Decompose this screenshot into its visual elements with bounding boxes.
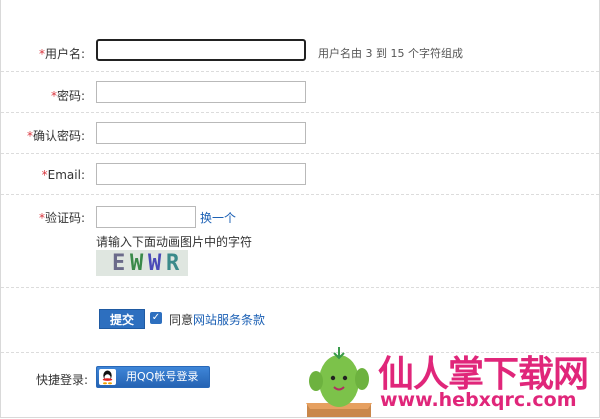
email-row: *Email: <box>1 154 599 195</box>
password-label: *密码: <box>50 89 85 103</box>
confirm-password-input[interactable] <box>96 122 306 144</box>
quick-login-label: 快捷登录: <box>36 373 89 387</box>
captcha-char: R <box>166 251 180 276</box>
captcha-instruction: 请输入下面动画图片中的字符 <box>96 235 253 249</box>
captcha-refresh-link[interactable]: 换一个 <box>200 209 236 226</box>
confirm-password-label: *确认密码: <box>26 129 85 143</box>
password-input[interactable] <box>96 81 306 103</box>
password-row: *密码: <box>1 72 599 113</box>
agree-terms: 同意网站服务条款 <box>169 311 265 328</box>
cactus-mascot-icon <box>306 347 372 417</box>
site-watermark: 仙人掌下载网 www.hebxqrc.com <box>304 345 594 417</box>
username-row: *用户名: 用户名由 3 到 15 个字符组成 <box>1 0 599 72</box>
captcha-row: *验证码: 换一个 请输入下面动画图片中的字符 <box>1 195 599 288</box>
captcha-label: *验证码: <box>38 211 85 225</box>
username-hint: 用户名由 3 到 15 个字符组成 <box>318 47 463 60</box>
username-input[interactable] <box>96 39 306 61</box>
submit-button[interactable]: 提交 <box>99 309 145 329</box>
confirm-password-row: *确认密码: <box>1 113 599 154</box>
captcha-image[interactable]: E W W R <box>96 250 188 276</box>
qq-login-button[interactable]: 用QQ帐号登录 <box>96 366 210 388</box>
captcha-char: W <box>130 251 144 276</box>
email-label: *Email: <box>41 168 85 182</box>
terms-link[interactable]: 网站服务条款 <box>193 313 265 327</box>
captcha-char: W <box>148 251 162 276</box>
username-label: *用户名: <box>38 47 85 61</box>
captcha-char: E <box>112 251 126 276</box>
captcha-input[interactable] <box>96 206 196 228</box>
submit-row <box>1 288 599 353</box>
agree-prefix: 同意 <box>169 313 194 327</box>
qq-login-label: 用QQ帐号登录 <box>126 370 199 383</box>
qq-icon <box>99 369 116 385</box>
email-input[interactable] <box>96 163 306 185</box>
watermark-url: www.hebxqrc.com <box>380 389 577 411</box>
agree-checkbox[interactable]: ✓ <box>150 312 162 324</box>
